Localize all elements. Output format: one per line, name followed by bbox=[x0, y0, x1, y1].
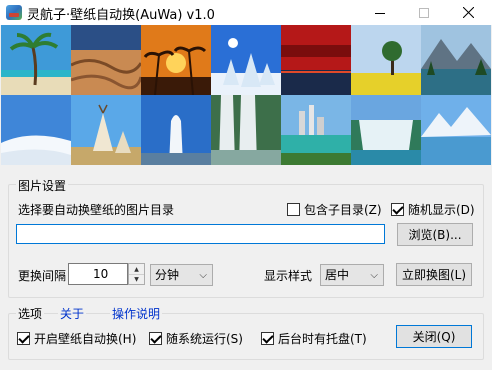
image-settings-legend: 图片设置 bbox=[16, 177, 69, 194]
chevron-down-icon: ⌵ bbox=[199, 270, 207, 281]
interval-unit-select[interactable]: 分钟 ⌵ bbox=[150, 264, 213, 286]
thumbnail-red-sunset-sea[interactable] bbox=[281, 25, 351, 95]
display-style-select[interactable]: 居中 ⌵ bbox=[320, 264, 384, 286]
spin-up-icon[interactable]: ▲ bbox=[129, 264, 144, 274]
thumbnail-waterfall-cascade[interactable] bbox=[351, 95, 421, 165]
close-window-button[interactable] bbox=[446, 0, 491, 25]
maximize-button[interactable] bbox=[401, 0, 446, 25]
display-style-value: 居中 bbox=[325, 268, 350, 282]
thumbnail-sunset-palms[interactable] bbox=[141, 25, 211, 95]
interval-unit-value: 分钟 bbox=[155, 268, 180, 282]
thumbnail-teepee-tents[interactable] bbox=[71, 95, 141, 165]
thumbnail-snowy-mountain-lake[interactable] bbox=[421, 95, 491, 165]
include-subdirs-label: 包含子目录(Z) bbox=[304, 203, 382, 217]
spin-down-icon[interactable]: ▼ bbox=[129, 274, 144, 284]
thumbnail-palm-tree-beach[interactable] bbox=[1, 25, 71, 95]
chevron-down-icon: ⌵ bbox=[370, 270, 378, 281]
startup-box[interactable] bbox=[149, 332, 162, 345]
options-legend: 选项 bbox=[16, 305, 45, 322]
startup-checkbox[interactable]: 随系统运行(S) bbox=[149, 330, 243, 347]
thumbnail-desert-dunes[interactable] bbox=[71, 25, 141, 95]
maximize-icon bbox=[418, 7, 429, 18]
include-subdirs-box[interactable] bbox=[287, 203, 300, 216]
change-now-button[interactable]: 立即换图(L) bbox=[396, 263, 472, 286]
image-dir-label: 选择要自动换壁纸的图片目录 bbox=[18, 203, 175, 217]
help-link[interactable]: 操作说明 bbox=[110, 305, 163, 322]
window-title: 灵航子·壁纸自动换(AuWa) v1.0 bbox=[27, 8, 215, 23]
about-link[interactable]: 关于 bbox=[58, 305, 87, 322]
interval-input[interactable]: 10 bbox=[68, 263, 128, 285]
wallpaper-gallery bbox=[1, 25, 491, 165]
close-icon bbox=[463, 7, 474, 18]
thumbnail-snow-hills[interactable] bbox=[1, 95, 71, 165]
random-display-box[interactable] bbox=[391, 203, 404, 216]
thumbnail-snowy-trees-blue-sky[interactable] bbox=[211, 25, 281, 95]
auto-change-box[interactable] bbox=[17, 332, 30, 345]
auto-change-checkbox[interactable]: 开启壁纸自动换(H) bbox=[17, 330, 136, 347]
tray-checkbox[interactable]: 后台时有托盘(T) bbox=[261, 330, 367, 347]
display-style-label: 显示样式 bbox=[264, 269, 313, 283]
close-button[interactable]: 关闭(Q) bbox=[396, 325, 472, 348]
thumbnail-waterfall-rocks[interactable] bbox=[211, 95, 281, 165]
tray-box[interactable] bbox=[261, 332, 274, 345]
interval-label: 更换间隔 bbox=[18, 269, 67, 283]
random-display-checkbox[interactable]: 随机显示(D) bbox=[391, 201, 475, 218]
title-bar: 灵航子·壁纸自动换(AuWa) v1.0 bbox=[0, 0, 492, 25]
include-subdirs-checkbox[interactable]: 包含子目录(Z) bbox=[287, 201, 382, 218]
auto-change-label: 开启壁纸自动换(H) bbox=[34, 332, 137, 346]
thumbnail-mountain-lake[interactable] bbox=[421, 25, 491, 95]
thumbnail-yellow-flower-field-tree[interactable] bbox=[351, 25, 421, 95]
minimize-button[interactable] bbox=[357, 0, 402, 25]
app-icon bbox=[6, 5, 22, 20]
minimize-icon bbox=[374, 12, 385, 14]
thumbnail-waterfall-sky[interactable] bbox=[141, 95, 211, 165]
image-dir-input[interactable] bbox=[16, 224, 385, 244]
interval-spinner[interactable]: ▲ ▼ bbox=[128, 263, 145, 285]
thumbnail-tropical-city-bay[interactable] bbox=[281, 95, 351, 165]
browse-button[interactable]: 浏览(B)... bbox=[397, 223, 473, 246]
tray-label: 后台时有托盘(T) bbox=[278, 332, 367, 346]
startup-label: 随系统运行(S) bbox=[166, 332, 243, 346]
random-display-label: 随机显示(D) bbox=[408, 203, 475, 217]
